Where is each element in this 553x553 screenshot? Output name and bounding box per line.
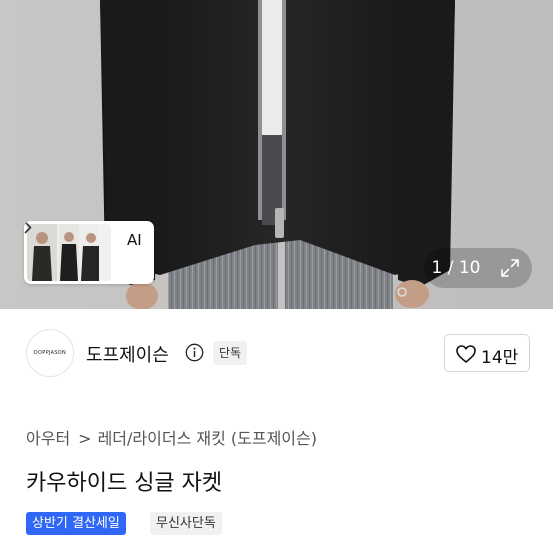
brand-logo[interactable]: DOPPJASON [26, 329, 74, 377]
chevron-right-icon [24, 221, 32, 234]
ai-label: AI [127, 231, 142, 249]
brand-exclusive-badge: 단독 [213, 341, 248, 365]
exclusive-tag: 무신사단독 [150, 512, 222, 535]
like-count: 14만 [481, 348, 519, 368]
info-icon[interactable] [185, 343, 204, 362]
breadcrumb-separator: > [78, 429, 92, 448]
image-counter: 1 / 10 [424, 248, 488, 288]
ai-styling-thumbnail-card[interactable]: AI [24, 221, 154, 284]
thumbnail-images [27, 224, 111, 281]
sale-tag: 상반기 결산세일 [26, 512, 126, 535]
brand-logo-text: DOPPJASON [33, 350, 67, 356]
breadcrumb: 아우터 > 레더/라이더스 재킷 (도프제이슨) [26, 425, 317, 449]
like-button[interactable]: 14만 [444, 334, 530, 372]
product-image[interactable]: AI 1 / 10 [0, 0, 553, 309]
expand-icon [501, 259, 519, 277]
product-title: 카우하이드 싱글 자켓 [26, 471, 223, 496]
heart-icon [456, 345, 476, 363]
expand-button[interactable] [488, 248, 532, 288]
breadcrumb-item-outer[interactable]: 아우터 [26, 429, 70, 448]
brand-name-link[interactable]: 도프제이슨 [86, 341, 169, 367]
breadcrumb-item-category[interactable]: 레더/라이더스 재킷 (도프제이슨) [98, 429, 317, 448]
